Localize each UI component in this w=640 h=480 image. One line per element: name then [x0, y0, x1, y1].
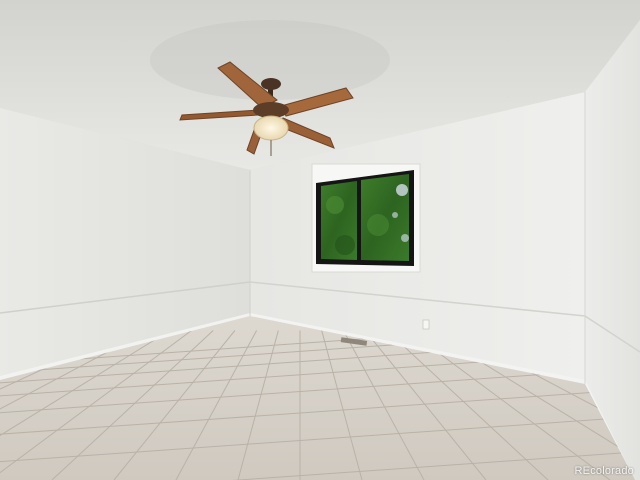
sky-patch	[396, 184, 408, 196]
wall-outlet	[422, 319, 430, 330]
fan-light-bowl	[253, 115, 289, 141]
window	[311, 163, 421, 273]
fan-canopy	[261, 78, 281, 90]
watermark: REcolorado	[574, 465, 634, 477]
sky-patch	[392, 212, 398, 218]
foliage-highlight	[326, 196, 344, 214]
sky-patch	[401, 234, 409, 242]
foliage-highlight	[367, 214, 389, 236]
foliage-shadow	[335, 235, 355, 255]
room-photo	[0, 0, 640, 480]
